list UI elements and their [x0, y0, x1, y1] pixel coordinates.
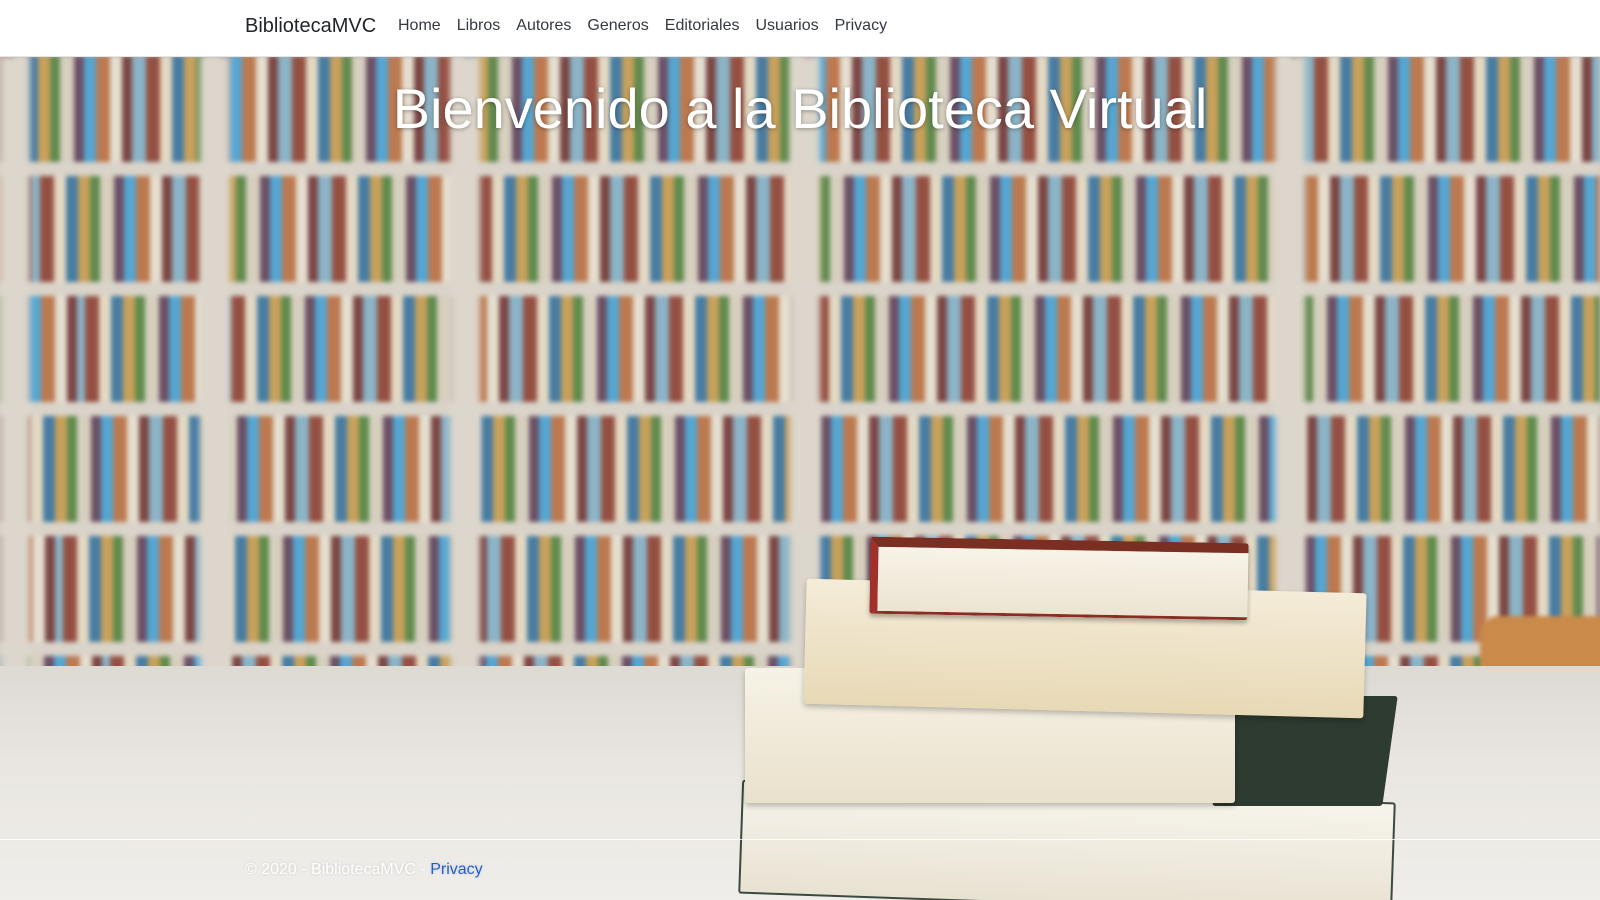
footer-copyright: © 2020 - BibliotecaMVC -	[245, 861, 431, 878]
shelf-upright	[0, 56, 30, 756]
nav-item-privacy[interactable]: Privacy	[827, 17, 895, 35]
shelf-upright	[450, 56, 480, 756]
nav-menu: Home Libros Autores Generos Editoriales …	[390, 17, 895, 35]
footer: © 2020 - BibliotecaMVC - Privacy	[245, 861, 483, 879]
hero-background-image: Bienvenido a la Biblioteca Virtual	[0, 56, 1600, 900]
shelf-upright	[200, 56, 230, 756]
page: Bienvenido a la Biblioteca Virtual Bibli…	[0, 0, 1600, 900]
nav-item-generos[interactable]: Generos	[579, 17, 656, 35]
footer-privacy-link[interactable]: Privacy	[430, 861, 482, 878]
nav-item-home[interactable]: Home	[390, 17, 449, 35]
hero-title: Bienvenido a la Biblioteca Virtual	[392, 77, 1208, 140]
nav-item-libros[interactable]: Libros	[449, 17, 509, 35]
brand-link[interactable]: BibliotecaMVC	[245, 15, 376, 38]
nav-item-autores[interactable]: Autores	[508, 17, 579, 35]
nav-item-usuarios[interactable]: Usuarios	[747, 17, 826, 35]
footer-divider	[0, 839, 1600, 840]
nav-item-editoriales[interactable]: Editoriales	[657, 17, 748, 35]
book-stack-item	[869, 536, 1249, 621]
top-navbar: BibliotecaMVC Home Libros Autores Genero…	[0, 0, 1600, 57]
